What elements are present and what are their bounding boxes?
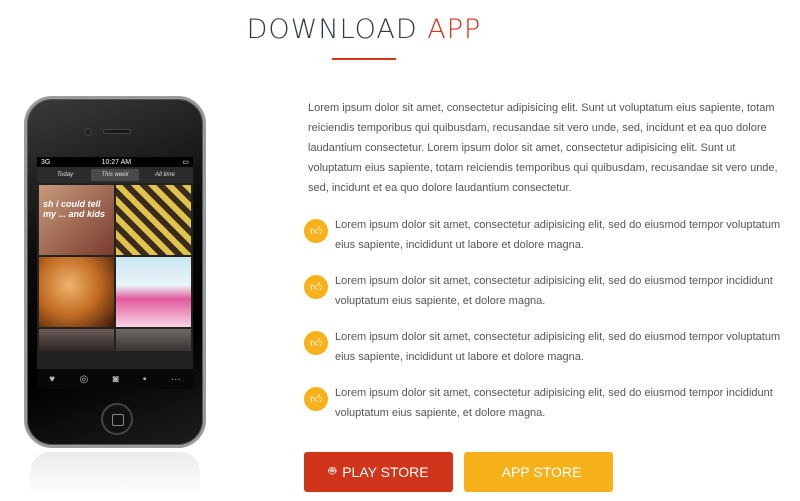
photo-thumb	[116, 257, 191, 327]
android-icon: 🤖︎	[328, 463, 337, 478]
feature-text: Lorem ipsum dolor sit amet, consectetur …	[335, 275, 773, 307]
feature-text: Lorem ipsum dolor sit amet, consectetur …	[335, 219, 781, 251]
title-underline	[332, 58, 396, 60]
phone-screen: 3G 10:27 AM ▭ Today This week All time s…	[37, 157, 193, 389]
chat-icon: ▪	[142, 373, 147, 385]
phone-mockup: 3G 10:27 AM ▭ Today This week All time s…	[24, 96, 206, 448]
phone-tab-this-week: This week	[91, 169, 139, 181]
intro-paragraph: Lorem ipsum dolor sit amet, consectetur …	[308, 102, 778, 194]
play-store-label: PLAY STORE	[342, 464, 429, 480]
section-title-word-2: APP	[427, 14, 482, 45]
phone-toolbar: ♥ ◎ ◙ ▪ ···	[37, 369, 193, 389]
phone-status-bar: 3G 10:27 AM ▭	[37, 157, 193, 167]
thumbs-up-icon: 👍︎	[304, 275, 328, 299]
heart-icon: ♥	[49, 373, 56, 385]
battery-icon: ▭	[182, 159, 189, 166]
phone-tab-all-time: All time	[155, 172, 175, 178]
photo-thumb	[116, 185, 191, 255]
more-icon: ···	[170, 373, 181, 385]
feature-text: Lorem ipsum dolor sit amet, consectetur …	[335, 331, 781, 363]
thumbs-up-icon: 👍︎	[304, 219, 328, 243]
phone-camera	[84, 128, 92, 136]
app-store-button[interactable]: APP STORE	[464, 452, 613, 492]
feature-item: 👍︎ Lorem ipsum dolor sit amet, consectet…	[304, 327, 784, 383]
status-time: 10:27 AM	[101, 158, 132, 166]
photo-thumb	[116, 329, 191, 351]
photo-thumb	[39, 329, 114, 351]
play-store-button[interactable]: 🤖︎ PLAY STORE	[304, 452, 453, 492]
phone-tab-today: Today	[56, 172, 74, 178]
feature-item: 👍︎ Lorem ipsum dolor sit amet, consectet…	[304, 383, 784, 439]
status-carrier: 3G	[41, 158, 51, 166]
camera-icon: ◙	[112, 373, 119, 385]
thumb-caption: sh i could tell my ... and kids	[43, 199, 106, 219]
photo-thumb: sh i could tell my ... and kids	[39, 185, 114, 255]
app-store-label: APP STORE	[501, 464, 582, 480]
phone-home-button	[101, 403, 133, 435]
phone-tabs: Today This week All time	[37, 167, 193, 183]
feature-item: 👍︎ Lorem ipsum dolor sit amet, consectet…	[304, 271, 784, 327]
photo-thumb	[39, 257, 114, 327]
feature-text: Lorem ipsum dolor sit amet, consectetur …	[335, 387, 773, 419]
feature-item: 👍︎ Lorem ipsum dolor sit amet, consectet…	[304, 215, 784, 271]
phone-reflection	[30, 452, 200, 496]
feature-list: 👍︎ Lorem ipsum dolor sit amet, consectet…	[304, 215, 784, 439]
phone-photo-grid: sh i could tell my ... and kids	[37, 183, 193, 353]
compass-icon: ◎	[79, 373, 89, 385]
section-title: DOWNLOAD APP	[0, 14, 728, 45]
section-title-word-1: DOWNLOAD	[246, 14, 418, 45]
thumbs-up-icon: 👍︎	[304, 387, 328, 411]
thumbs-up-icon: 👍︎	[304, 331, 328, 355]
phone-speaker	[103, 129, 131, 134]
